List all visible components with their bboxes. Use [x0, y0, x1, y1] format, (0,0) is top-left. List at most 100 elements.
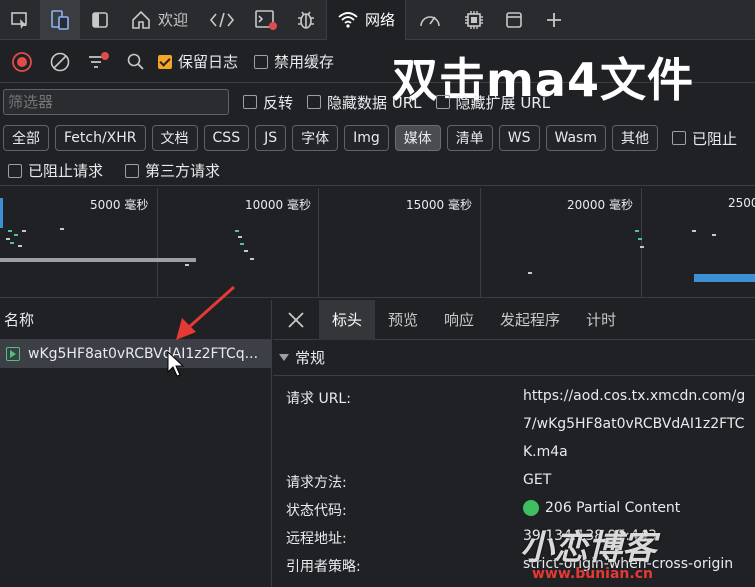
hide-ext-url-box-icon [435, 95, 450, 109]
label-referrer-policy: 引用者策略: [286, 559, 361, 575]
overview-tick-label: 20000 毫秒 [567, 198, 633, 212]
overview-gridline [157, 188, 158, 298]
search-button[interactable] [120, 46, 152, 78]
overview-media-bar [694, 274, 755, 282]
blocked-requests-label: 已阻止请求 [28, 162, 104, 180]
value-status-code: 206 Partial Content [523, 500, 680, 516]
dock-panel-icon[interactable] [80, 0, 120, 40]
record-icon [12, 51, 32, 72]
overview-dot [238, 236, 242, 238]
chip-font[interactable]: 字体 [292, 125, 339, 151]
chip-fetch-xhr[interactable]: Fetch/XHR [55, 125, 146, 151]
device-toolbar-icon[interactable] [40, 0, 80, 40]
overview-dot [6, 238, 10, 240]
overview-dot [8, 230, 12, 232]
tab-preview[interactable]: 预览 [375, 300, 431, 340]
request-name: wKg5HF8at0vRCBVdAI1z2FTCq... [28, 346, 259, 362]
status-code-text: 206 Partial Content [545, 500, 681, 516]
label-remote-address: 远程地址: [286, 531, 347, 547]
disable-cache-box-icon [254, 54, 269, 69]
tab-response[interactable]: 响应 [431, 300, 487, 340]
general-section-header[interactable]: 常规 [273, 340, 755, 376]
chip-js[interactable]: JS [255, 125, 287, 151]
overview-tick-label: 15000 毫秒 [406, 198, 472, 212]
bug-icon[interactable] [286, 0, 326, 40]
watermark-url: www.bunian.cn [532, 566, 653, 582]
filter-funnel-icon [89, 51, 109, 68]
filter-input[interactable] [3, 89, 229, 115]
watermark-logo: 小恋博客 [520, 528, 656, 568]
chip-media[interactable]: 媒体 [394, 125, 441, 151]
label-status-code: 状态代码: [286, 503, 347, 519]
detail-tabs: 标头 预览 响应 发起程序 计时 [273, 299, 755, 340]
clear-button[interactable] [44, 46, 76, 78]
third-party-checkbox[interactable]: 第三方请求 [125, 160, 220, 181]
hide-data-url-checkbox[interactable]: 隐藏数据 URL [307, 92, 422, 113]
overview-gridline [480, 188, 481, 298]
blocked-requests-box-icon [8, 163, 22, 178]
chip-manifest[interactable]: 清单 [446, 125, 493, 151]
tab-network[interactable]: 网络 [326, 0, 407, 40]
filter-toggle-button[interactable] [82, 46, 114, 78]
close-icon [288, 311, 304, 328]
elements-code-icon[interactable] [198, 0, 246, 40]
application-window-icon[interactable] [494, 0, 534, 40]
blocked-cookies-checkbox[interactable]: 已阻止 [671, 128, 737, 149]
chip-css[interactable]: CSS [203, 125, 250, 151]
overview-dot [640, 246, 644, 248]
third-party-box-icon [125, 163, 140, 178]
hide-ext-url-label: 隐藏扩展 URL [455, 93, 551, 112]
overview-dot [60, 228, 64, 230]
tab-timing[interactable]: 计时 [573, 300, 629, 340]
tab-welcome[interactable]: 欢迎 [120, 0, 198, 40]
overview-dot [185, 264, 189, 266]
hide-data-url-label: 隐藏数据 URL [327, 93, 422, 112]
tab-headers[interactable]: 标头 [319, 299, 376, 340]
hide-ext-url-checkbox[interactable]: 隐藏扩展 URL [435, 92, 551, 113]
request-row[interactable]: wKg5HF8at0vRCBVdAI1z2FTCq... [0, 340, 271, 368]
overview-dot [14, 234, 18, 236]
overview-dot [638, 238, 642, 240]
value-request-url-2: 7/wKg5HF8at0vRCBVdAI1z2FTC [523, 416, 745, 432]
overview-dot [235, 230, 239, 232]
preserve-log-check-icon [158, 54, 172, 69]
preserve-log-checkbox[interactable]: 保留日志 [158, 51, 238, 72]
overview-dot [240, 243, 244, 245]
blocked-requests-checkbox[interactable]: 已阻止请求 [8, 160, 103, 181]
inspect-element-icon[interactable] [0, 0, 40, 40]
add-tool-icon[interactable] [534, 0, 574, 40]
chip-img[interactable]: Img [344, 125, 389, 151]
media-file-icon [6, 347, 20, 361]
memory-chip-icon[interactable] [454, 0, 494, 40]
overview-progress-line [0, 258, 196, 262]
chip-wasm[interactable]: Wasm [545, 125, 606, 151]
console-icon[interactable] [246, 0, 286, 40]
name-column-header[interactable]: 名称 [0, 300, 271, 340]
third-party-label: 第三方请求 [145, 162, 221, 180]
performance-gauge-icon[interactable] [406, 0, 454, 40]
overview-tick-label: 5000 毫秒 [90, 198, 149, 212]
overview-start-marker [0, 198, 3, 228]
hide-data-url-box-icon [307, 95, 322, 109]
chip-ws[interactable]: WS [498, 125, 540, 151]
record-button[interactable] [6, 46, 38, 78]
close-detail-button[interactable] [273, 300, 319, 340]
chip-all[interactable]: 全部 [3, 125, 49, 151]
invert-checkbox[interactable]: 反转 [243, 92, 293, 113]
overview-dot [528, 272, 532, 274]
overview-gridline [318, 188, 319, 298]
value-request-method: GET [523, 472, 552, 488]
tab-welcome-label: 欢迎 [158, 11, 189, 29]
request-list: 名称 wKg5HF8at0vRCBVdAI1z2FTCq... [0, 300, 272, 587]
tab-network-label: 网络 [365, 11, 396, 29]
search-icon [127, 53, 144, 70]
overview-gridline [641, 188, 642, 298]
home-icon [132, 10, 150, 29]
chip-doc[interactable]: 文档 [151, 125, 198, 151]
disable-cache-checkbox[interactable]: 禁用缓存 [254, 51, 334, 72]
general-section-title: 常规 [295, 349, 326, 367]
chip-other[interactable]: 其他 [611, 125, 658, 151]
tab-initiator[interactable]: 发起程序 [487, 300, 573, 340]
network-overview-timeline[interactable]: 5000 毫秒 10000 毫秒 15000 毫秒 20000 毫秒 2500 [0, 188, 755, 298]
overview-dot [10, 242, 14, 244]
